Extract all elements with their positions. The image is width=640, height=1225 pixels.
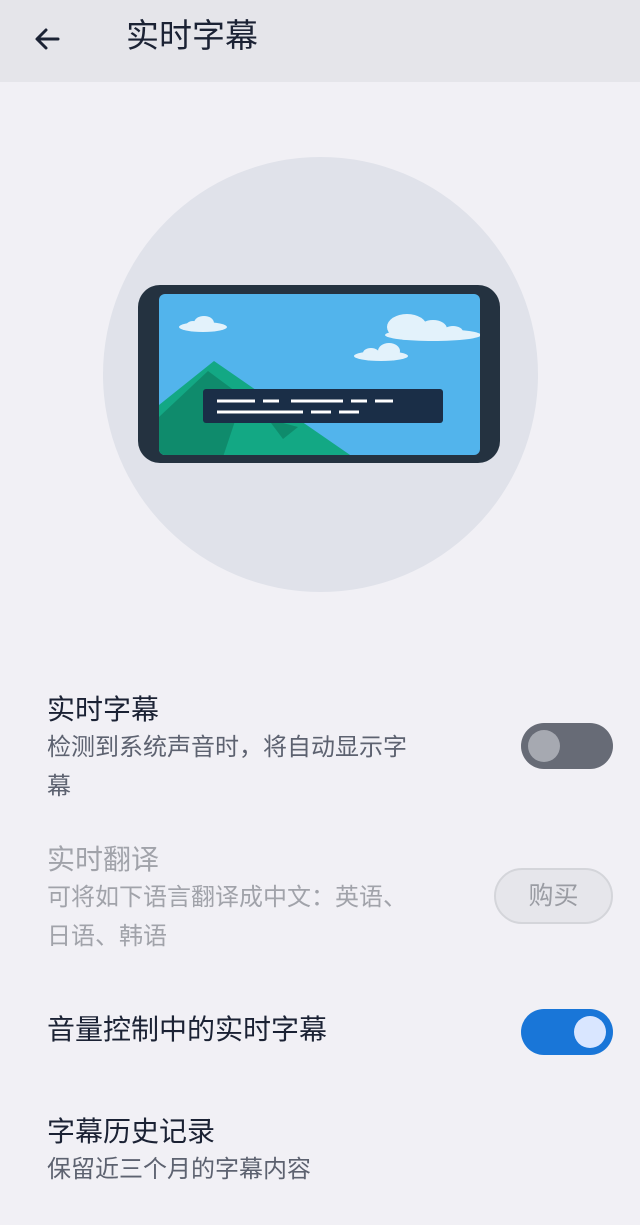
page-title: 实时字幕 — [126, 16, 258, 55]
caption-bar — [203, 389, 443, 423]
live-translate-description-line2: 日语、韩语 — [47, 922, 167, 950]
setting-live-translate: 实时翻译 可将如下语言翻译成中文：英语、 日语、韩语 购买 — [0, 840, 640, 960]
top-app-bar: 实时字幕 — [0, 0, 640, 82]
live-translate-description-line1: 可将如下语言翻译成中文：英语、 — [47, 883, 407, 911]
setting-live-caption[interactable]: 实时字幕 检测到系统声音时，将自动显示字 幕 — [0, 688, 640, 808]
live-translate-title: 实时翻译 — [47, 843, 160, 876]
volume-control-caption-title: 音量控制中的实时字幕 — [47, 1013, 328, 1046]
setting-volume-control-caption[interactable]: 音量控制中的实时字幕 — [0, 1008, 640, 1058]
arrow-left-icon — [35, 28, 60, 50]
toggle-knob — [528, 730, 560, 762]
caption-history-title: 字幕历史记录 — [47, 1115, 216, 1148]
setting-caption-history[interactable]: 字幕历史记录 保留近三个月的字幕内容 — [0, 1110, 640, 1190]
toggle-knob — [574, 1016, 606, 1048]
live-caption-toggle[interactable] — [521, 723, 613, 769]
volume-control-caption-toggle[interactable] — [521, 1009, 613, 1055]
buy-button[interactable]: 购买 — [494, 868, 613, 924]
live-caption-illustration — [103, 157, 538, 592]
live-caption-title: 实时字幕 — [47, 693, 160, 726]
live-caption-description-line1: 检测到系统声音时，将自动显示字 — [47, 733, 407, 761]
caption-history-description: 保留近三个月的字幕内容 — [47, 1155, 311, 1183]
live-caption-description-line2: 幕 — [47, 772, 71, 800]
back-button[interactable] — [22, 14, 72, 64]
